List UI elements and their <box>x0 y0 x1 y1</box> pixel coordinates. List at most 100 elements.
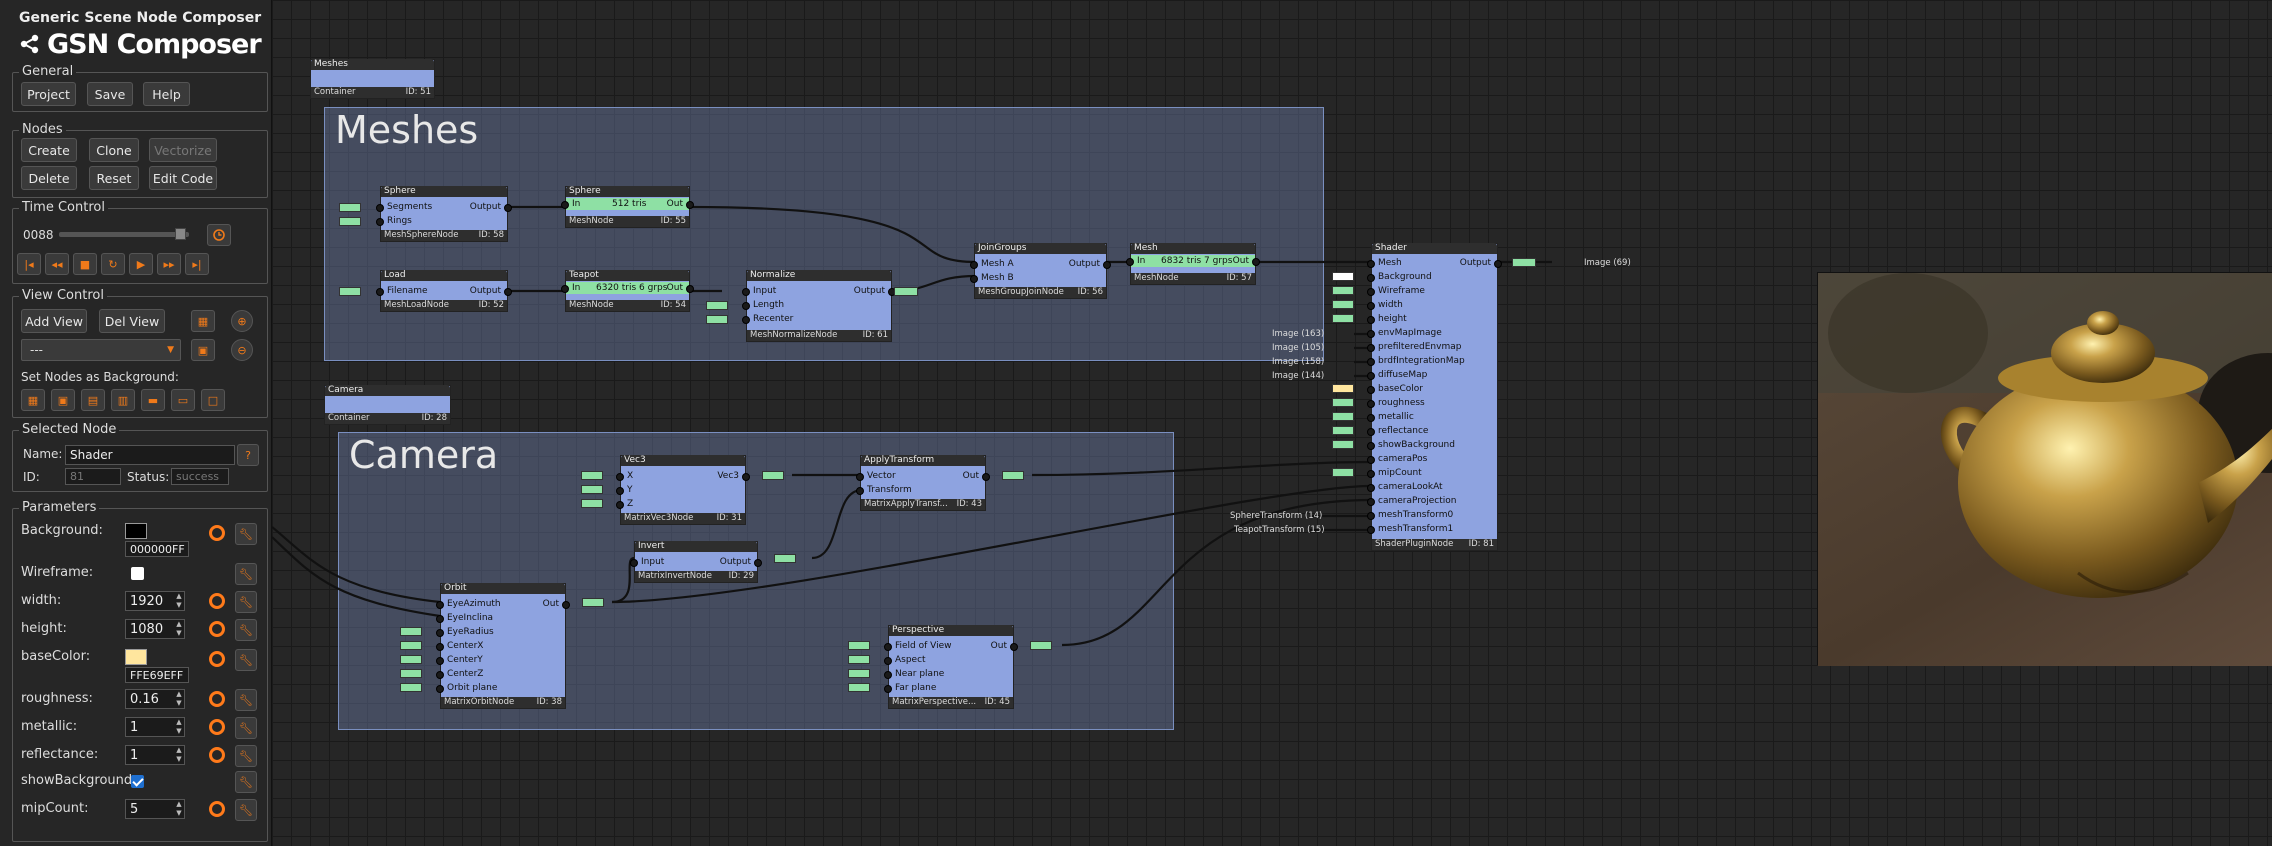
node-port[interactable] <box>1367 302 1375 310</box>
node-port[interactable] <box>376 204 384 212</box>
node-port[interactable] <box>1367 260 1375 268</box>
roughness-stepper[interactable]: ▲ ▼ <box>173 689 185 709</box>
node-port[interactable] <box>1367 470 1375 478</box>
height-stepper[interactable]: ▲ ▼ <box>173 619 185 639</box>
node-port[interactable] <box>686 285 694 293</box>
node-port[interactable] <box>504 204 512 212</box>
help-button[interactable]: Help <box>143 82 190 106</box>
node-port[interactable] <box>1367 512 1375 520</box>
bg-layout-7-button[interactable]: □ <box>201 389 225 411</box>
time-slider-track[interactable] <box>59 232 189 237</box>
node-port[interactable] <box>686 201 694 209</box>
node-help-button[interactable]: ? <box>237 444 259 466</box>
shader-basecolor-chip[interactable] <box>1332 384 1354 393</box>
remove-view-icon-button[interactable]: ⊖ <box>231 339 253 361</box>
mipcount-connect-icon[interactable] <box>209 801 225 817</box>
last-frame-button[interactable]: ▸| <box>185 253 209 275</box>
save-button[interactable]: Save <box>87 82 133 106</box>
eyeradius-value-chip[interactable] <box>400 627 422 636</box>
node-port[interactable] <box>1367 428 1375 436</box>
basecolor-swatch[interactable] <box>125 649 147 665</box>
play-button[interactable]: ▶ <box>129 253 153 275</box>
background-swatch[interactable] <box>125 523 147 539</box>
node-port[interactable] <box>742 288 750 296</box>
node-port[interactable] <box>436 671 444 679</box>
shader-reflectance-chip[interactable] <box>1332 426 1354 435</box>
vec3-node[interactable]: Vec3 X Y Z Vec3 MatrixVec3Node ID: 31 <box>616 455 750 525</box>
add-view-icon-button[interactable]: ⊕ <box>231 310 253 332</box>
clock-button[interactable] <box>207 224 231 246</box>
stop-button[interactable]: ■ <box>73 253 97 275</box>
node-port[interactable] <box>742 473 750 481</box>
node-port[interactable] <box>856 473 864 481</box>
showbackground-checkbox[interactable] <box>131 775 144 788</box>
length-value-chip[interactable] <box>706 301 728 310</box>
node-port[interactable] <box>1367 456 1375 464</box>
y-value-chip[interactable] <box>581 485 603 494</box>
render-preview-image[interactable] <box>1817 272 2272 666</box>
clone-button[interactable]: Clone <box>89 138 139 162</box>
reflectance-connect-icon[interactable] <box>209 747 225 763</box>
node-port[interactable] <box>1367 386 1375 394</box>
filename-value-chip[interactable] <box>339 287 361 296</box>
segments-value-chip[interactable] <box>339 203 361 212</box>
node-port[interactable] <box>376 218 384 226</box>
load-node[interactable]: Load Filename Output MeshLoadNode ID: 52 <box>376 270 512 312</box>
node-graph-canvas[interactable]: Meshes Container ID: 51 Meshes Camera Con… <box>272 0 2272 846</box>
mipcount-stepper[interactable]: ▲ ▼ <box>173 799 185 819</box>
create-button[interactable]: Create <box>21 138 77 162</box>
node-port[interactable] <box>754 559 762 567</box>
near-value-chip[interactable] <box>848 669 870 678</box>
node-port[interactable] <box>1367 414 1375 422</box>
add-view-button[interactable]: Add View <box>21 309 87 333</box>
sphere-mesh-node[interactable]: Sphere In 512 tris Out MeshNode ID: 55 <box>561 186 694 228</box>
height-wrench-button[interactable]: 🔧︎ <box>235 619 257 641</box>
prev-frame-button[interactable]: ◂◂ <box>45 253 69 275</box>
shader-wireframe-chip[interactable] <box>1332 286 1354 295</box>
node-port[interactable] <box>884 685 892 693</box>
reset-button[interactable]: Reset <box>89 166 139 190</box>
reflectance-stepper[interactable]: ▲ ▼ <box>173 745 185 765</box>
basecolor-wrench-button[interactable]: 🔧︎ <box>235 649 257 671</box>
orbitplane-value-chip[interactable] <box>400 683 422 692</box>
background-input[interactable]: 000000FF <box>125 541 189 557</box>
node-port[interactable] <box>742 302 750 310</box>
node-port[interactable] <box>616 487 624 495</box>
node-port[interactable] <box>1367 274 1375 282</box>
view-grid-button[interactable]: ▦ <box>191 310 215 332</box>
node-port[interactable] <box>1367 498 1375 506</box>
height-connect-icon[interactable] <box>209 621 225 637</box>
node-port[interactable] <box>884 671 892 679</box>
view-select[interactable]: --- ▼ <box>21 339 181 361</box>
sphere-generator-node[interactable]: Sphere Segments Rings Output MeshSphereN… <box>376 186 512 242</box>
node-port[interactable] <box>561 285 569 293</box>
z-value-chip[interactable] <box>581 499 603 508</box>
shader-node[interactable]: Shader Mesh Background Wireframe width h… <box>1367 243 1502 551</box>
node-port[interactable] <box>1367 526 1375 534</box>
applytransform-node[interactable]: ApplyTransform Vector Transform Out Matr… <box>856 455 990 511</box>
shader-mipcount-chip[interactable] <box>1332 468 1354 477</box>
shader-showbackground-chip[interactable] <box>1332 440 1354 449</box>
bg-layout-3-button[interactable]: ▤ <box>81 389 105 411</box>
del-view-button[interactable]: Del View <box>99 309 165 333</box>
node-port[interactable] <box>970 261 978 269</box>
roughness-connect-icon[interactable] <box>209 691 225 707</box>
time-slider-handle[interactable] <box>175 228 186 240</box>
node-port[interactable] <box>376 288 384 296</box>
bg-layout-1-button[interactable]: ▦ <box>21 389 45 411</box>
loop-button[interactable]: ↻ <box>101 253 125 275</box>
bg-layout-6-button[interactable]: ▭ <box>171 389 195 411</box>
delete-button[interactable]: Delete <box>21 166 77 190</box>
node-port[interactable] <box>436 615 444 623</box>
node-port[interactable] <box>1367 400 1375 408</box>
camera-container-node[interactable]: Camera Container ID: 28 <box>324 385 451 425</box>
metallic-stepper[interactable]: ▲ ▼ <box>173 717 185 737</box>
node-port[interactable] <box>436 685 444 693</box>
node-port[interactable] <box>1103 261 1111 269</box>
shader-height-chip[interactable] <box>1332 314 1354 323</box>
bg-layout-4-button[interactable]: ▥ <box>111 389 135 411</box>
centery-value-chip[interactable] <box>400 655 422 664</box>
invert-node[interactable]: Invert Input Output MatrixInvertNode ID: … <box>630 541 762 583</box>
node-port[interactable] <box>616 501 624 509</box>
fov-value-chip[interactable] <box>848 641 870 650</box>
